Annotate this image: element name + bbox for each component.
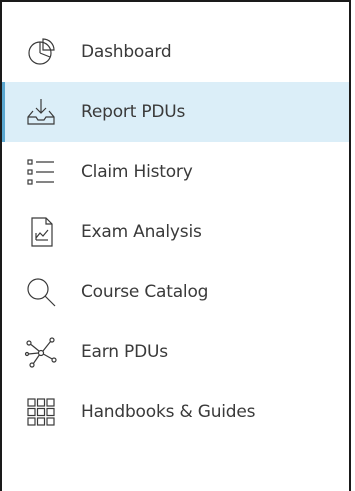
tray-download-icon (24, 95, 58, 129)
sidebar-item-label: Handbooks & Guides (81, 402, 256, 422)
pie-chart-icon (24, 35, 58, 69)
sidebar-item-label: Exam Analysis (81, 222, 202, 242)
sidebar-item-report-pdus[interactable]: Report PDUs (2, 82, 349, 142)
checklist-icon (24, 155, 58, 189)
search-icon (24, 275, 58, 309)
sidebar-menu: Dashboard Report PDUs Claim History Exam… (2, 22, 349, 442)
sidebar-nav: Dashboard Report PDUs Claim History Exam… (0, 0, 351, 491)
sidebar-item-exam-analysis[interactable]: Exam Analysis (2, 202, 349, 262)
sidebar-item-course-catalog[interactable]: Course Catalog (2, 262, 349, 322)
sidebar-item-label: Dashboard (81, 42, 172, 62)
sidebar-item-label: Report PDUs (81, 102, 186, 122)
document-chart-icon (24, 215, 58, 249)
sidebar-item-dashboard[interactable]: Dashboard (2, 22, 349, 82)
sidebar-item-handbooks-guides[interactable]: Handbooks & Guides (2, 382, 349, 442)
sidebar-item-label: Course Catalog (81, 282, 209, 302)
sidebar-item-earn-pdus[interactable]: Earn PDUs (2, 322, 349, 382)
sidebar-item-label: Earn PDUs (81, 342, 168, 362)
sidebar-item-label: Claim History (81, 162, 193, 182)
sidebar-item-claim-history[interactable]: Claim History (2, 142, 349, 202)
grid-icon (24, 395, 58, 429)
network-icon (24, 335, 58, 369)
